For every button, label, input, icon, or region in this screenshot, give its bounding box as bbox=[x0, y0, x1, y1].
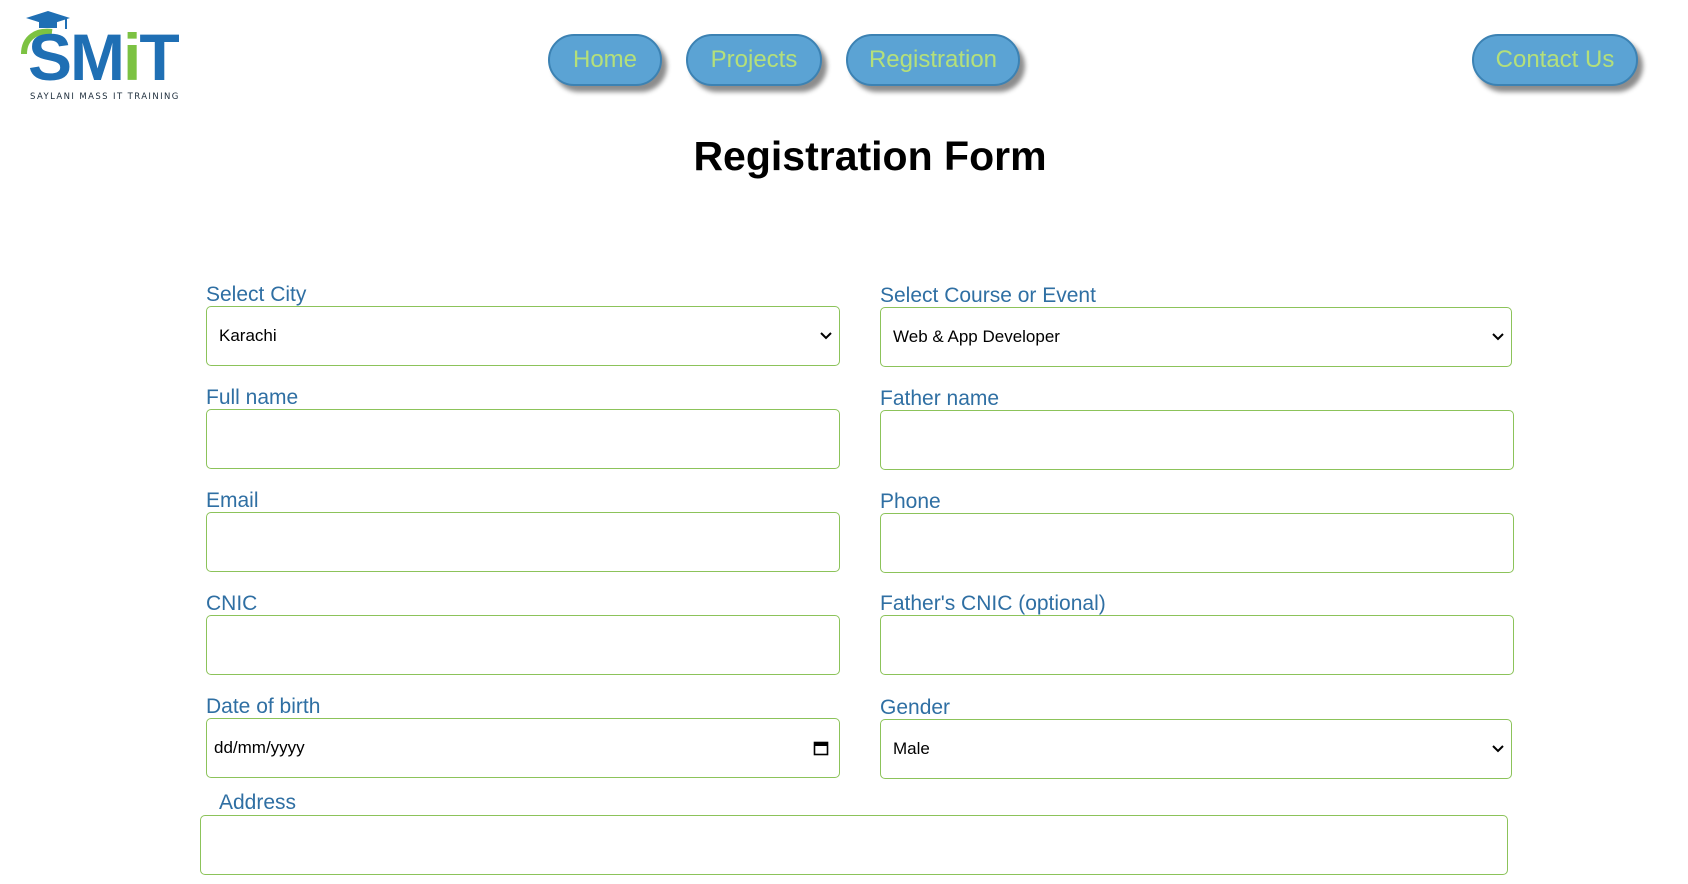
dob-date-input[interactable]: dd/mm/yyyy bbox=[206, 718, 840, 778]
smit-logo[interactable]: SMiT SAYLANI MASS IT TRAINING bbox=[18, 10, 190, 105]
course-select[interactable]: Web & App Developer bbox=[880, 307, 1512, 367]
email-label: Email bbox=[206, 489, 259, 512]
cnic-label: CNIC bbox=[206, 592, 258, 615]
chevron-down-icon bbox=[1492, 333, 1504, 341]
father-name-label: Father name bbox=[880, 387, 1000, 410]
logo-wordmark: SMiT bbox=[28, 20, 180, 94]
logo-tagline: SAYLANI MASS IT TRAINING bbox=[30, 92, 180, 102]
father-cnic-input[interactable] bbox=[880, 615, 1514, 675]
address-label: Address bbox=[219, 791, 297, 814]
dob-placeholder: dd/mm/yyyy bbox=[214, 738, 305, 757]
address-input[interactable] bbox=[200, 815, 1508, 875]
nav-contact-us-button[interactable]: Contact Us bbox=[1472, 34, 1638, 86]
father-cnic-label: Father's CNIC (optional) bbox=[880, 592, 1106, 615]
course-label: Select Course or Event bbox=[880, 284, 1096, 307]
gender-select-value: Male bbox=[893, 739, 930, 758]
chevron-down-icon bbox=[820, 332, 832, 340]
gender-select[interactable]: Male bbox=[880, 719, 1512, 779]
nav-home-button[interactable]: Home bbox=[548, 34, 662, 86]
full-name-input[interactable] bbox=[206, 409, 840, 469]
chevron-down-icon bbox=[1492, 745, 1504, 753]
father-name-input[interactable] bbox=[880, 410, 1514, 470]
calendar-icon[interactable] bbox=[813, 740, 829, 756]
nav-registration-button[interactable]: Registration bbox=[846, 34, 1020, 86]
phone-input[interactable] bbox=[880, 513, 1514, 573]
city-select[interactable]: Karachi bbox=[206, 306, 840, 366]
email-input[interactable] bbox=[206, 512, 840, 572]
city-label: Select City bbox=[206, 283, 307, 306]
cnic-input[interactable] bbox=[206, 615, 840, 675]
nav-projects-button[interactable]: Projects bbox=[686, 34, 822, 86]
page-title: Registration Form bbox=[693, 133, 1047, 179]
phone-label: Phone bbox=[880, 490, 941, 513]
city-select-value: Karachi bbox=[219, 326, 277, 345]
gender-label: Gender bbox=[880, 696, 951, 719]
dob-label: Date of birth bbox=[206, 695, 321, 718]
full-name-label: Full name bbox=[206, 386, 299, 409]
course-select-value: Web & App Developer bbox=[893, 327, 1060, 346]
